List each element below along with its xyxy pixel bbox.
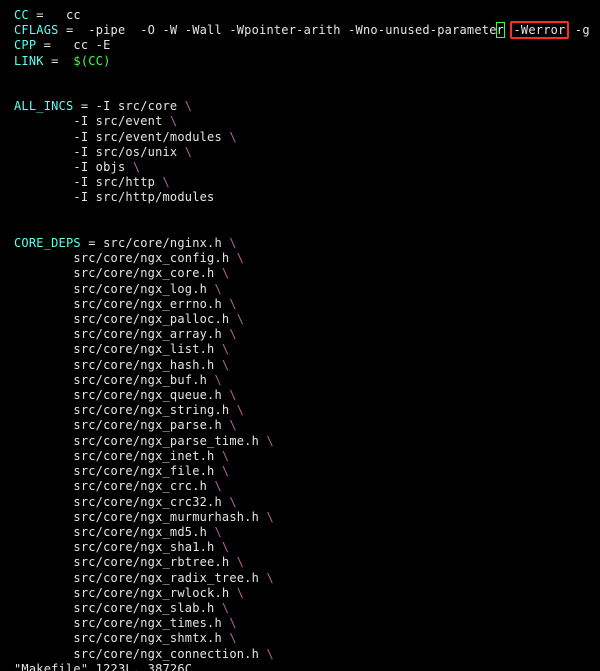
continuation-backslash: \	[266, 571, 273, 585]
block-all-incs: ALL_INCS = -I src/core \ -I src/event \ …	[14, 99, 237, 204]
continuation-backslash: \	[185, 145, 192, 159]
continuation-backslash: \	[170, 114, 177, 128]
continuation-backslash: \	[229, 495, 236, 509]
continuation-backslash: \	[214, 373, 221, 387]
continuation-backslash: \	[266, 434, 273, 448]
continuation-backslash: \	[222, 342, 229, 356]
block-core-deps: CORE_DEPS = src/core/nginx.h \ src/core/…	[14, 236, 274, 660]
continuation-backslash: \	[237, 403, 244, 417]
continuation-backslash: \	[229, 297, 236, 311]
line-cc: CC = cc	[14, 8, 81, 22]
continuation-backslash: \	[229, 236, 236, 250]
status-line: "Makefile" 1223L, 38726C	[14, 662, 192, 671]
continuation-backslash: \	[222, 358, 229, 372]
continuation-backslash: \	[229, 418, 236, 432]
continuation-backslash: \	[229, 631, 236, 645]
line-link: LINK = $(CC)	[14, 54, 111, 68]
continuation-backslash: \	[229, 327, 236, 341]
var-all_incs: ALL_INCS	[14, 99, 73, 113]
continuation-backslash: \	[163, 175, 170, 189]
continuation-backslash: \	[266, 510, 273, 524]
var-cflags: CFLAGS	[14, 23, 59, 37]
continuation-backslash: \	[222, 601, 229, 615]
continuation-backslash: \	[229, 388, 236, 402]
continuation-backslash: \	[222, 540, 229, 554]
terminal-output[interactable]: CC = cc CFLAGS = -pipe -O -W -Wall -Wpoi…	[0, 0, 600, 671]
var-core_deps: CORE_DEPS	[14, 236, 81, 250]
var-cc: CC	[14, 8, 29, 22]
continuation-backslash: \	[237, 586, 244, 600]
line-cflags: CFLAGS = -pipe -O -W -Wall -Wpointer-ari…	[14, 23, 590, 37]
continuation-backslash: \	[214, 479, 221, 493]
continuation-backslash: \	[222, 266, 229, 280]
continuation-backslash: \	[229, 130, 236, 144]
continuation-backslash: \	[214, 282, 221, 296]
continuation-backslash: \	[237, 312, 244, 326]
continuation-backslash: \	[266, 647, 273, 661]
continuation-backslash: \	[222, 449, 229, 463]
continuation-backslash: \	[229, 616, 236, 630]
continuation-backslash: \	[185, 99, 192, 113]
continuation-backslash: \	[237, 555, 244, 569]
continuation-backslash: \	[222, 464, 229, 478]
var-link: LINK	[14, 54, 44, 68]
highlight-werror: -Werror	[510, 21, 570, 39]
line-cpp: CPP = cc -E	[14, 38, 111, 52]
continuation-backslash: \	[214, 525, 221, 539]
var-cpp: CPP	[14, 38, 36, 52]
continuation-backslash: \	[237, 251, 244, 265]
continuation-backslash: \	[133, 160, 140, 174]
